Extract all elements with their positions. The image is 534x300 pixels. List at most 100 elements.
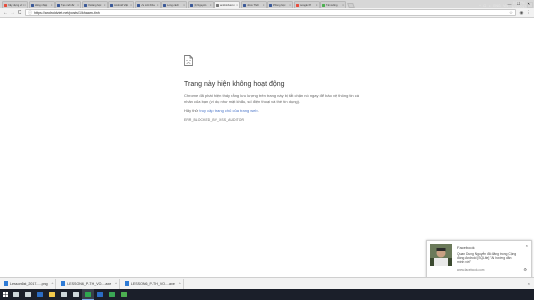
download-menu-caret-icon[interactable]: ^: [179, 282, 181, 286]
taskbar-app-icon[interactable]: [106, 289, 118, 300]
taskbar-app-icon[interactable]: [10, 289, 22, 300]
tab-close-icon[interactable]: ×: [24, 3, 26, 7]
download-shelf: Lesson6st_2017-....png ^ LESSON6_P-TH_VO..…: [0, 277, 534, 289]
action-center-icon[interactable]: [527, 2, 533, 8]
tab-close-icon[interactable]: ×: [77, 3, 79, 7]
info-icon[interactable]: ⓘ: [28, 10, 32, 16]
tab-title: Ưu mới Kha: [140, 3, 155, 7]
file-icon: [61, 281, 66, 286]
tab-title: (4) Nguyễn: [193, 3, 207, 7]
tab-favicon-icon: [57, 3, 60, 7]
browser-tab[interactable]: Phòng học ×: [267, 1, 293, 8]
browser-tab[interactable]: Tải xuống ×: [320, 1, 346, 8]
tab-close-icon[interactable]: ×: [157, 3, 159, 7]
download-item[interactable]: LESSON6_P-TH_VO....axe ^: [124, 278, 184, 289]
taskbar-app-icon[interactable]: [34, 289, 46, 300]
browser-tab[interactable]: Đăng nhập ×: [28, 1, 55, 8]
tab-close-icon[interactable]: ×: [51, 3, 53, 7]
browser-toolbar: ← → C ⓘ https://androidviet.net/posts/1/…: [0, 8, 534, 18]
tab-favicon-icon: [322, 3, 325, 7]
tab-close-icon[interactable]: ×: [104, 3, 106, 7]
address-bar[interactable]: ⓘ https://androidviet.net/posts/1/khaam-…: [25, 9, 516, 16]
tab-close-icon[interactable]: ×: [289, 3, 291, 7]
tab-favicon-icon: [163, 3, 166, 7]
browser-tab[interactable]: Ưu mới Kha ×: [134, 1, 161, 8]
tab-close-icon[interactable]: ×: [316, 3, 318, 7]
browser-tab[interactable]: Khoảng học ×: [81, 1, 108, 8]
suggestion-prefix: Hãy thử: [184, 108, 200, 113]
error-title: Trang này hiện không hoạt động: [184, 81, 285, 88]
tab-title: Khoảng học: [87, 3, 102, 7]
tab-close-icon[interactable]: ×: [183, 3, 185, 7]
start-button-icon[interactable]: [0, 289, 10, 300]
taskbar-app-icon[interactable]: [70, 289, 82, 300]
browser-tab[interactable]: Tạo mới đư ×: [55, 1, 81, 8]
download-item[interactable]: Lesson6st_2017-....png ^: [4, 278, 57, 289]
tab-favicon-icon: [136, 3, 140, 7]
download-filename: Lesson6st_2017-....png: [10, 281, 48, 286]
tab-favicon-icon: [216, 3, 219, 7]
tab-close-icon[interactable]: ×: [210, 3, 212, 7]
tab-title: Tải xuống: [326, 3, 338, 7]
taskbar-app-icon[interactable]: [22, 289, 34, 300]
file-icon: [124, 281, 129, 286]
tab-title: Inbox Thời: [246, 3, 259, 7]
tab-favicon-icon: [4, 3, 7, 7]
taskbar-app-icon[interactable]: [82, 289, 94, 300]
browser-tab[interactable]: Android Việt ×: [108, 1, 134, 8]
tab-close-icon[interactable]: ×: [263, 3, 265, 7]
error-page: Trang này hiện không hoạt động Chrome đã…: [184, 55, 359, 122]
back-button[interactable]: ←: [2, 9, 9, 16]
notification-gear-icon[interactable]: ⚙: [523, 267, 527, 272]
browser-tab[interactable]: Inbox Thời ×: [240, 1, 267, 8]
sad-document-icon: [184, 55, 193, 66]
tab-favicon-icon: [110, 3, 113, 7]
tab-title: Xây dựng ví t: [8, 3, 24, 7]
system-tray: ^ ⊡ ◖ ENG VN 8:55 PM 6/15/2017: [477, 0, 526, 11]
tab-title: Google Pl: [299, 3, 311, 7]
download-menu-caret-icon[interactable]: ^: [52, 282, 54, 286]
notification-source: www.facebook.com: [457, 268, 485, 272]
taskbar-app-icon[interactable]: [46, 289, 58, 300]
error-suggestion: Hãy thử truy cập trang chủ của trang web…: [184, 108, 359, 113]
tab-title: Phòng học: [273, 3, 286, 7]
tab-title: Long cách: [167, 3, 179, 7]
menu-icon[interactable]: ⋮: [525, 9, 532, 16]
tab-favicon-icon: [242, 3, 246, 7]
tab-favicon-icon: [295, 3, 299, 7]
clock[interactable]: 8:55 PM 6/15/2017: [512, 1, 526, 10]
homepage-link[interactable]: truy cập trang chủ của trang web: [199, 108, 257, 113]
tray-icon[interactable]: ⊡: [483, 4, 486, 8]
taskbar-app-icon[interactable]: [94, 289, 106, 300]
tab-favicon-icon: [83, 3, 87, 7]
download-item[interactable]: LESSON6_P-TH_VO....axe ^: [61, 278, 120, 289]
close-download-shelf-icon[interactable]: ×: [528, 281, 530, 286]
download-filename: LESSON6_P-TH_VO....axe: [67, 281, 112, 286]
browser-tab[interactable]: Xây dựng ví t ×: [2, 1, 28, 8]
reload-button[interactable]: C: [16, 9, 23, 16]
tab-close-icon[interactable]: ×: [342, 3, 344, 7]
browser-tab[interactable]: Long cách ×: [161, 1, 187, 8]
tray-icon[interactable]: VN: [503, 4, 508, 8]
taskbar-app-icon[interactable]: [58, 289, 70, 300]
url-text[interactable]: https://androidviet.net/posts/1/khaam-ti…: [34, 11, 509, 15]
tray-icon[interactable]: ◖: [489, 4, 491, 8]
browser-tab[interactable]: (4) Nguyễn ×: [187, 1, 214, 8]
download-menu-caret-icon[interactable]: ^: [115, 282, 117, 286]
tab-title: Đăng nhập: [34, 3, 48, 7]
notification-app-name: Facebook: [457, 245, 475, 250]
new-tab-button[interactable]: [346, 2, 355, 8]
tab-favicon-icon: [189, 3, 193, 7]
notification-close-icon[interactable]: ×: [526, 243, 528, 248]
taskbar-app-icon[interactable]: [118, 289, 130, 300]
tab-strip: Xây dựng ví t × Đăng nhập × Tạo mới đư × Khoản…: [0, 0, 534, 8]
tray-icon[interactable]: ENG: [493, 4, 500, 8]
browser-tab[interactable]: Google Pl ×: [293, 1, 320, 8]
tab-close-icon[interactable]: ×: [236, 3, 238, 7]
browser-tab[interactable]: androidviet.n ×: [214, 1, 240, 8]
windows-taskbar: [0, 289, 534, 300]
tab-title: androidviet.n: [220, 3, 235, 7]
tray-icon[interactable]: ^: [479, 4, 481, 8]
forward-button[interactable]: →: [9, 9, 16, 16]
tab-close-icon[interactable]: ×: [130, 3, 132, 7]
